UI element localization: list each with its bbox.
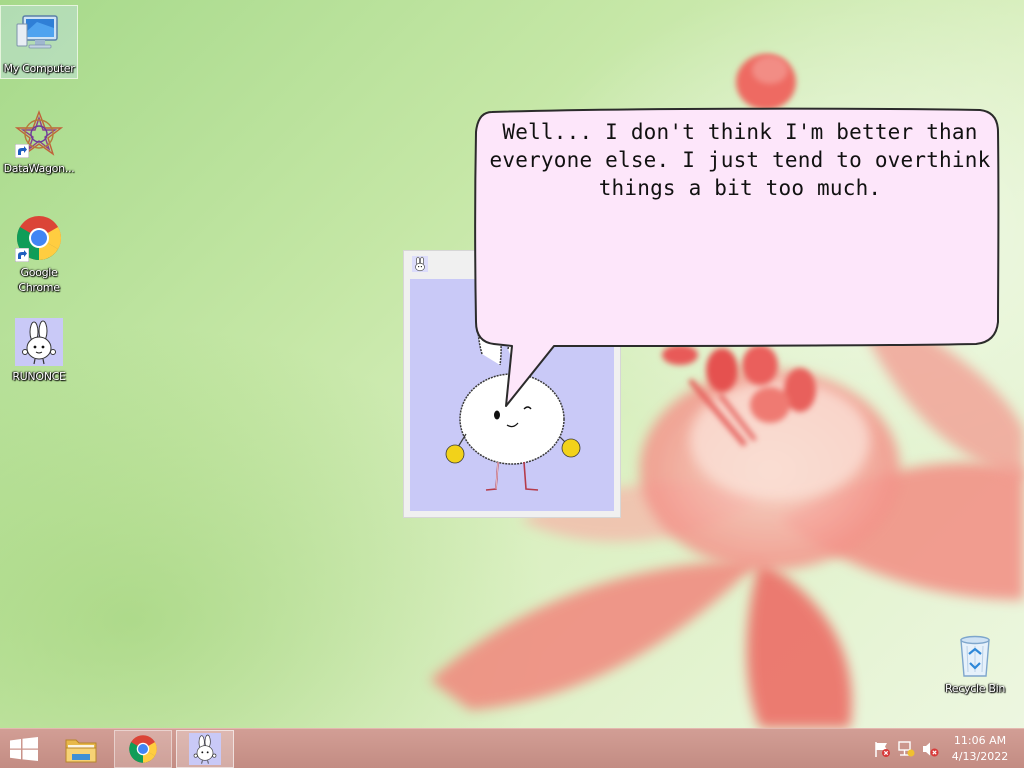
chrome-icon [129, 735, 157, 763]
bunny-icon [412, 256, 428, 272]
network-icon[interactable] [897, 740, 915, 758]
taskbar-file-explorer[interactable] [56, 730, 106, 768]
clock-time: 11:06 AM [953, 734, 1007, 747]
speech-bubble-text: Well... I don't think I'm better than ev… [489, 120, 991, 200]
desktop-icon-recycle-bin[interactable]: Recycle Bin [937, 630, 1013, 696]
shortcut-arrow-icon [15, 144, 29, 158]
desktop-icon-label: Google Chrome [18, 266, 60, 294]
desktop-icon-label: DataWagon... [3, 162, 75, 175]
desktop-icon-google-chrome[interactable]: Google Chrome [1, 214, 77, 295]
windows-logo-icon [10, 737, 38, 761]
desktop-icon-datawagon[interactable]: DataWagon... [1, 110, 77, 176]
bunny-icon [15, 318, 63, 366]
recycle-bin-icon [951, 630, 999, 678]
clock-date: 4/13/2022 [951, 750, 1009, 763]
desktop-icon-my-computer[interactable]: My Computer [0, 5, 78, 79]
chrome-icon [15, 214, 63, 262]
start-button[interactable] [0, 730, 50, 768]
datawagon-icon [14, 110, 64, 158]
desktop-icon-label: RUNONCE [12, 370, 66, 383]
folder-icon [65, 739, 97, 763]
desktop-icon-label: My Computer [3, 62, 75, 75]
desktop-icon-runonce[interactable]: RUNONCE [1, 318, 77, 384]
desktop: My Computer DataWagon... Google Chrome R… [0, 0, 1024, 768]
taskbar: 11:06 AM 4/13/2022 [0, 728, 1024, 768]
taskbar-clock[interactable]: 11:06 AM 4/13/2022 [945, 733, 1015, 765]
desktop-icon-label: Recycle Bin [944, 682, 1006, 695]
action-center-flag-icon[interactable] [873, 740, 891, 758]
bunny-icon [189, 733, 221, 765]
computer-icon [15, 10, 63, 58]
shortcut-arrow-icon [15, 248, 29, 262]
volume-muted-icon[interactable] [921, 740, 939, 758]
taskbar-runonce[interactable] [176, 730, 234, 768]
taskbar-google-chrome[interactable] [114, 730, 172, 768]
